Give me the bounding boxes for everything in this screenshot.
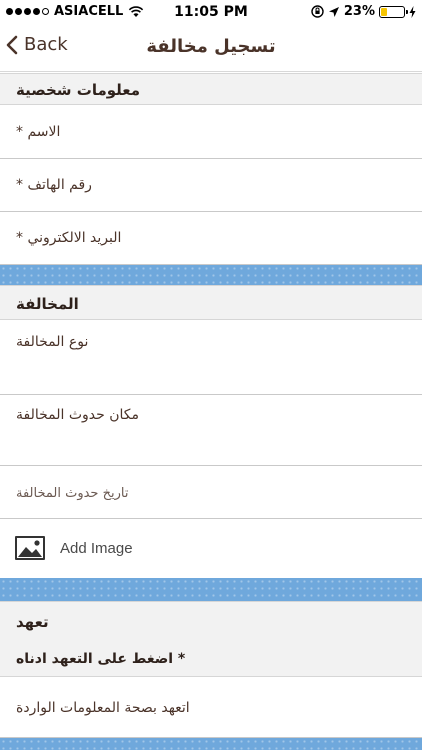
name-field[interactable]: * الاسم (0, 105, 422, 159)
email-field-label: * البريد الالكتروني (16, 230, 122, 246)
navigation-bar: Back تسجيل مخالفة (0, 24, 422, 72)
pledge-section-header: تعهد * اضغط على التعهد ادناه (0, 601, 422, 677)
battery-icon (379, 5, 408, 18)
violation-type-label: نوع المخالفة (16, 334, 89, 350)
violation-section-header: المخالفة (0, 285, 422, 320)
section-divider-band (0, 578, 422, 601)
name-field-label: * الاسم (16, 124, 61, 140)
status-right: 23% (311, 4, 416, 19)
violation-type-field[interactable]: نوع المخالفة (0, 320, 422, 395)
pledge-section-title: تعهد (16, 613, 49, 631)
status-bar: ASIACELL 11:05 PM 23% (0, 0, 422, 24)
personal-section-title: معلومات شخصية (16, 81, 141, 99)
page-title: تسجيل مخالفة (146, 36, 276, 57)
violation-place-label: مكان حدوث المخالفة (16, 407, 140, 423)
pledge-agreement-label: اتعهد بصحة المعلومات الواردة (16, 700, 190, 716)
charging-bolt-icon (409, 5, 416, 18)
add-image-row[interactable]: Add Image (0, 519, 422, 578)
rotation-lock-icon (311, 5, 324, 18)
violation-date-label: تاريخ حدوث المخالفة (16, 486, 129, 501)
section-divider-band (0, 738, 422, 750)
phone-field-label: * رقم الهاتف (16, 177, 92, 193)
violation-place-field[interactable]: مكان حدوث المخالفة (0, 395, 422, 466)
pledge-instruction: * اضغط على التعهد ادناه (16, 651, 186, 667)
phone-field[interactable]: * رقم الهاتف (0, 159, 422, 212)
personal-section-header: معلومات شخصية (0, 73, 422, 105)
add-image-label: Add Image (60, 540, 133, 557)
section-divider-band (0, 265, 422, 285)
battery-percent: 23% (343, 4, 375, 19)
email-field[interactable]: * البريد الالكتروني (0, 212, 422, 265)
violation-section-title: المخالفة (16, 295, 79, 313)
pledge-agreement-row[interactable]: اتعهد بصحة المعلومات الواردة (0, 677, 422, 738)
violation-date-field[interactable]: تاريخ حدوث المخالفة (0, 466, 422, 519)
image-icon (15, 536, 45, 560)
location-arrow-icon (328, 6, 339, 17)
